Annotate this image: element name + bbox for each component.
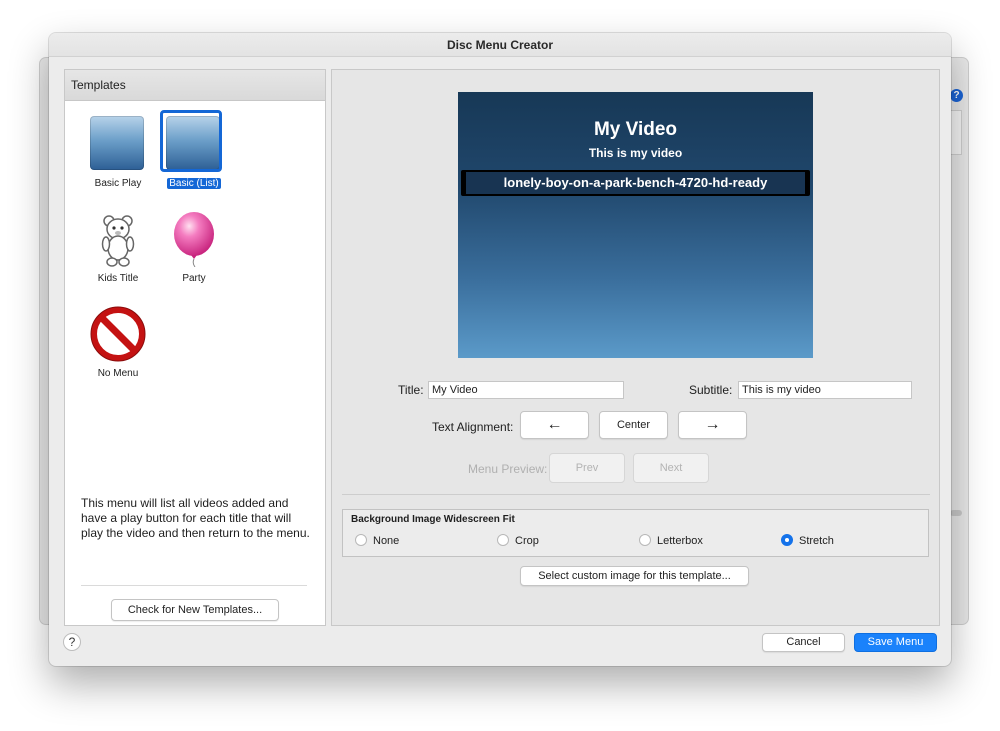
background-help-icon[interactable]: ? <box>950 89 963 102</box>
template-label: Party <box>182 273 206 284</box>
template-no-menu[interactable]: No Menu <box>81 306 155 381</box>
arrow-left-icon: ← <box>546 416 563 433</box>
radio-button <box>355 534 367 546</box>
template-basic-play[interactable]: Basic Play <box>81 116 155 191</box>
subtitle-field[interactable] <box>738 381 912 399</box>
template-description: This menu will list all videos added and… <box>81 496 310 540</box>
divider <box>342 494 930 495</box>
subtitle-label: Subtitle: <box>689 383 733 397</box>
radio-button-selected <box>781 534 793 546</box>
fit-crop-radio[interactable]: Crop <box>497 534 539 547</box>
check-new-templates-button[interactable]: Check for New Templates... <box>111 599 279 621</box>
background-scrollbar[interactable] <box>950 510 962 516</box>
template-label: Kids Title <box>97 273 139 284</box>
title-label: Title: <box>398 383 424 397</box>
next-button[interactable]: Next <box>633 453 709 483</box>
template-label: Basic Play <box>94 178 142 189</box>
selection-frame <box>160 110 222 172</box>
prohibited-sign-icon <box>90 306 146 362</box>
radio-label: Stretch <box>799 535 834 547</box>
templates-panel: Templates Basic Play Basic (List) Kids T… <box>64 69 326 626</box>
radio-button <box>639 534 651 546</box>
template-label: Basic (List) <box>167 178 221 189</box>
radio-label: Crop <box>515 535 539 547</box>
dialog-title: Disc Menu Creator <box>49 33 951 57</box>
templates-header: Templates <box>65 70 325 101</box>
radio-label: None <box>373 535 400 547</box>
widescreen-fit-title: Background Image Widescreen Fit <box>351 514 515 525</box>
template-kids-title[interactable]: Kids Title <box>81 211 155 286</box>
prev-button[interactable]: Prev <box>549 453 625 483</box>
menu-editor-panel: My Video This is my video lonely-boy-on-… <box>331 69 940 626</box>
pink-balloon-icon <box>166 211 222 268</box>
template-label: No Menu <box>97 368 139 379</box>
widescreen-fit-group: Background Image Widescreen Fit None Cro… <box>342 509 929 557</box>
fit-none-radio[interactable]: None <box>355 534 399 547</box>
gradient-square-icon <box>90 116 146 172</box>
stage: ? Disc Menu Creator Templates Basic Play… <box>0 0 1000 731</box>
preview-subtitle: This is my video <box>588 146 683 160</box>
fit-stretch-radio[interactable]: Stretch <box>781 534 834 547</box>
help-button[interactable]: ? <box>63 633 81 651</box>
fit-letterbox-radio[interactable]: Letterbox <box>639 534 703 547</box>
template-basic-list[interactable]: Basic (List) <box>157 110 231 191</box>
background-panel-edge <box>950 110 962 155</box>
align-left-button[interactable]: ← <box>520 411 589 439</box>
select-custom-image-button[interactable]: Select custom image for this template... <box>520 566 749 586</box>
template-party[interactable]: Party <box>157 211 231 286</box>
arrow-right-icon: → <box>704 416 721 433</box>
text-alignment-label: Text Alignment: <box>432 420 514 434</box>
radio-label: Letterbox <box>657 535 703 547</box>
disc-menu-creator-dialog: Disc Menu Creator Templates Basic Play B… <box>49 33 951 666</box>
preview-title: My Video <box>593 119 678 140</box>
cancel-button[interactable]: Cancel <box>762 633 845 652</box>
align-right-button[interactable]: → <box>678 411 747 439</box>
align-center-button[interactable]: Center <box>599 411 668 439</box>
menu-preview: My Video This is my video lonely-boy-on-… <box>458 92 813 358</box>
preview-list-item: lonely-boy-on-a-park-bench-4720-hd-ready <box>461 170 810 196</box>
radio-button <box>497 534 509 546</box>
menu-preview-label: Menu Preview: <box>468 462 548 476</box>
divider <box>81 585 307 586</box>
teddy-bear-icon <box>90 211 146 267</box>
preview-list-item-label: lonely-boy-on-a-park-bench-4720-hd-ready <box>466 172 805 194</box>
save-menu-button[interactable]: Save Menu <box>854 633 937 652</box>
gradient-square-icon <box>160 110 222 172</box>
title-field[interactable] <box>428 381 624 399</box>
